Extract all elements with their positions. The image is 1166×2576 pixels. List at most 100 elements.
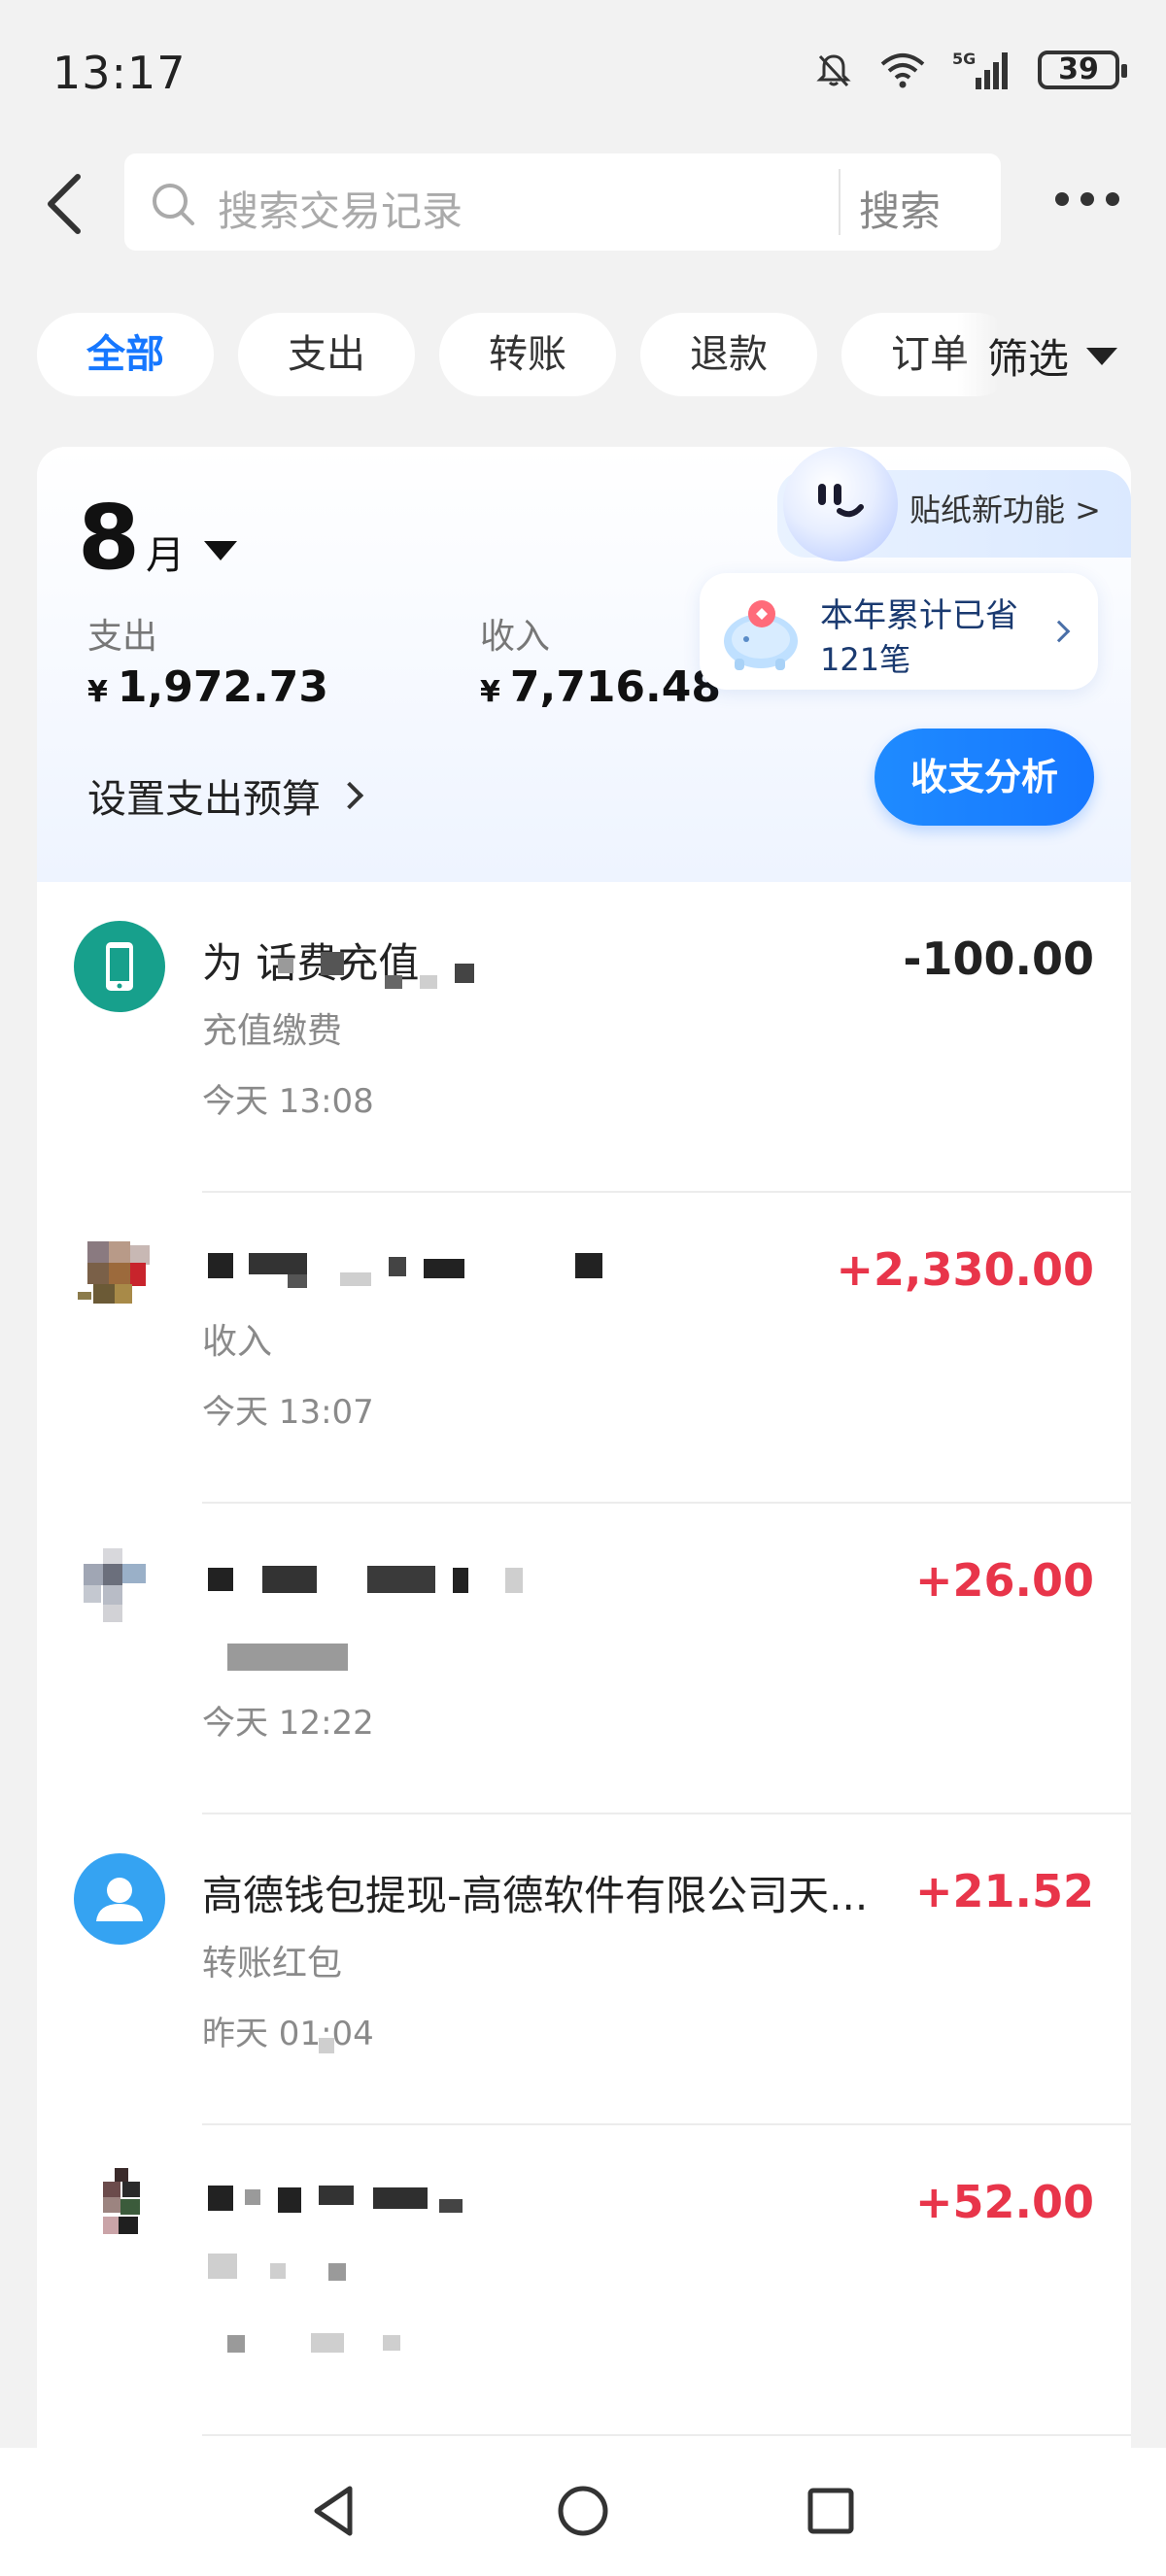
bell-mute-icon — [816, 54, 851, 87]
month-summary: 贴纸新功能 > 8 月 支出 ¥1,972.73 收入 ¥7,716.48 设置… — [37, 447, 1131, 882]
transaction-category: 收入 — [202, 1322, 273, 1362]
more-options-button[interactable] — [1055, 185, 1133, 214]
savings-count: 121笔 — [820, 641, 911, 678]
redaction-mosaic — [278, 958, 293, 973]
phone-icon — [74, 921, 165, 1012]
transaction-row[interactable]: 收入 今天 13:07 +2,330.00 — [37, 1193, 1131, 1504]
more-dot-icon — [1106, 192, 1119, 206]
expense-label: 支出 — [87, 617, 158, 657]
transaction-title: 高德钱包提现-高德软件有限公司天... — [202, 1872, 869, 1919]
filter-label: 筛选 — [987, 335, 1070, 383]
smile-face-icon — [818, 484, 864, 518]
transaction-time: 昨天 01:04 — [202, 2015, 374, 2053]
redaction-mosaic — [439, 2199, 463, 2213]
expense-amount: 1,972.73 — [117, 662, 328, 712]
more-dot-icon — [1055, 192, 1069, 206]
redaction-mosaic — [385, 975, 402, 989]
tab-expense[interactable]: 支出 — [238, 313, 415, 396]
redaction-mosaic — [328, 2263, 346, 2281]
redaction-mosaic — [208, 1253, 233, 1278]
caret-down-icon — [1086, 347, 1118, 365]
month-selector[interactable]: 8 月 — [78, 493, 238, 583]
search-header: 搜索交易记录 搜索 — [0, 146, 1166, 262]
transaction-time: 今天 13:07 — [202, 1393, 374, 1432]
redaction-mosaic — [505, 1568, 523, 1593]
nav-home-icon[interactable] — [549, 2477, 617, 2545]
redaction-mosaic — [249, 1253, 307, 1274]
user-icon — [74, 1853, 165, 1945]
transaction-row[interactable]: +52.00 — [37, 2125, 1131, 2436]
search-button[interactable]: 搜索 — [859, 179, 941, 238]
transaction-row[interactable]: 为 话费充值 充值缴费 今天 13:08 -100.00 — [37, 882, 1131, 1193]
chevron-right-icon — [335, 781, 364, 810]
redaction-mosaic — [455, 964, 474, 983]
redaction-mosaic — [424, 1259, 464, 1278]
set-budget-button[interactable]: 设置支出预算 — [87, 767, 364, 824]
redaction-mosaic — [245, 2189, 260, 2205]
redaction-mosaic — [575, 1253, 602, 1278]
currency-symbol: ¥ — [480, 675, 500, 709]
status-icons: 5G 39 — [814, 49, 1127, 91]
transaction-category: 转账红包 — [202, 1944, 343, 1983]
svg-text:5G: 5G — [952, 50, 976, 68]
transaction-amount: +52.00 — [914, 2176, 1094, 2228]
avatar — [74, 2164, 165, 2255]
redaction-mosaic — [383, 2335, 400, 2351]
more-dot-icon — [1080, 192, 1094, 206]
filter-button[interactable]: 筛选 — [987, 326, 1118, 386]
transaction-row[interactable]: 高德钱包提现-高德软件有限公司天... 转账红包 昨天 01:04 +21.52 — [37, 1814, 1131, 2125]
income-value: ¥7,716.48 — [480, 662, 721, 712]
sticker-face-icon[interactable] — [783, 447, 898, 561]
redaction-mosaic — [208, 2186, 233, 2211]
wifi-icon — [880, 53, 925, 88]
redaction-mosaic — [227, 1644, 348, 1671]
redaction-mosaic — [453, 1568, 468, 1593]
yearly-savings-bubble[interactable]: 本年累计已省 121笔 — [700, 573, 1098, 690]
transactions-card: 贴纸新功能 > 8 月 支出 ¥1,972.73 收入 ¥7,716.48 设置… — [37, 447, 1131, 2576]
savings-title: 本年累计已省 — [820, 596, 1018, 635]
transaction-amount: +2,330.00 — [836, 1243, 1094, 1296]
avatar — [74, 1542, 165, 1634]
nav-back-icon[interactable] — [301, 2477, 369, 2545]
tab-transfer[interactable]: 转账 — [439, 313, 616, 396]
transaction-amount: +21.52 — [914, 1865, 1094, 1917]
redaction-mosaic — [319, 2186, 354, 2205]
redaction-mosaic — [278, 2187, 301, 2213]
redaction-mosaic — [340, 1272, 371, 1286]
income-label: 收入 — [480, 617, 551, 657]
nav-recents-icon[interactable] — [797, 2477, 865, 2545]
avatar — [74, 1232, 165, 1323]
redaction-mosaic — [208, 2254, 237, 2279]
transaction-amount: +26.00 — [914, 1554, 1094, 1607]
transaction-row[interactable]: 今天 12:22 +26.00 — [37, 1504, 1131, 1814]
search-icon — [153, 184, 194, 225]
search-divider — [839, 169, 840, 235]
back-arrow-icon[interactable] — [35, 165, 103, 243]
5g-signal-icon: 5G — [952, 50, 1008, 89]
month-unit: 月 — [146, 533, 186, 578]
expense-value: ¥1,972.73 — [87, 662, 328, 712]
row-divider — [202, 2434, 1131, 2436]
system-navigation-bar — [0, 2448, 1166, 2576]
redaction-mosaic — [208, 1568, 233, 1591]
search-placeholder: 搜索交易记录 — [218, 187, 463, 235]
transaction-category: 充值缴费 — [202, 1011, 343, 1051]
redaction-mosaic — [321, 952, 344, 975]
transaction-amount: -100.00 — [903, 932, 1094, 985]
redaction-mosaic — [420, 975, 437, 989]
redaction-mosaic — [319, 2038, 334, 2053]
status-time: 13:17 — [52, 47, 187, 99]
tab-refund[interactable]: 退款 — [640, 313, 817, 396]
tab-all[interactable]: 全部 — [37, 313, 214, 396]
battery-icon: 39 — [1038, 51, 1127, 89]
chevron-right-icon — [1047, 620, 1071, 643]
redaction-mosaic — [373, 2187, 428, 2209]
redaction-mosaic — [367, 1566, 435, 1593]
sticker-feature-label[interactable]: 贴纸新功能 > — [909, 486, 1101, 530]
transaction-time: 今天 12:22 — [202, 1704, 374, 1743]
status-bar: 13:17 5G 39 — [0, 0, 1166, 146]
redaction-mosaic — [262, 1566, 317, 1593]
search-input[interactable]: 搜索交易记录 搜索 — [124, 153, 1001, 251]
income-expense-analysis-button[interactable]: 收支分析 — [874, 729, 1094, 826]
redaction-mosaic — [311, 2333, 344, 2353]
